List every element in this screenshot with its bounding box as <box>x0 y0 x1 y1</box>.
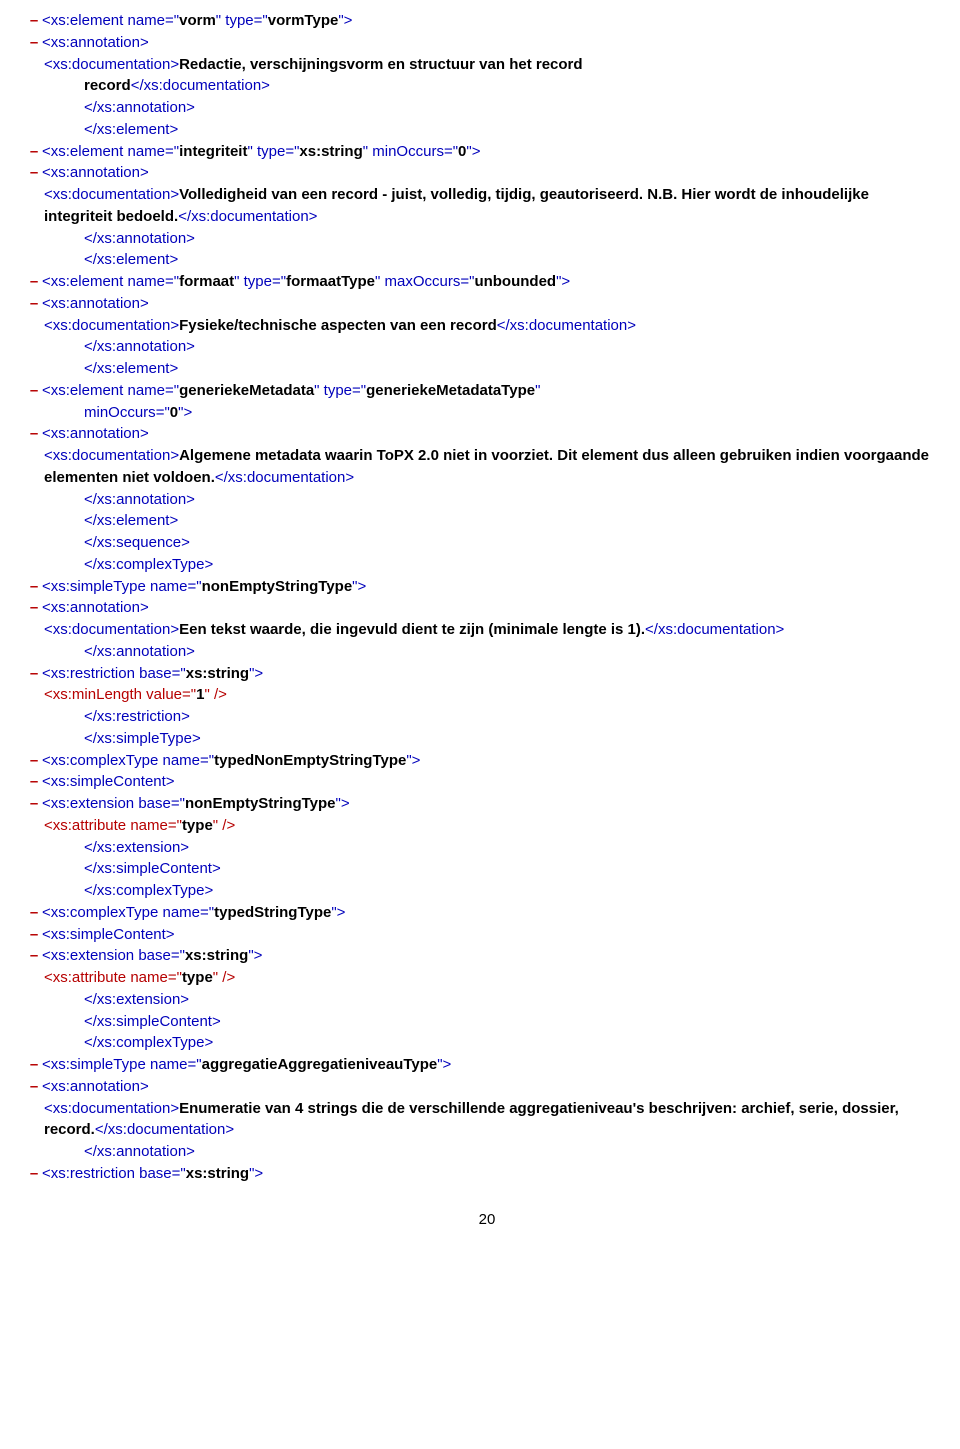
tag-self-close: <xs:attribute name=" <box>44 817 182 834</box>
tag-close: </xs:complexType> <box>84 556 213 573</box>
collapse-toggle[interactable]: – <box>26 1054 42 1076</box>
collapse-toggle[interactable]: – <box>26 32 42 54</box>
collapse-toggle[interactable]: – <box>26 750 42 772</box>
collapse-toggle[interactable]: – <box>26 793 42 815</box>
collapse-toggle[interactable]: – <box>26 271 42 293</box>
collapse-toggle[interactable]: – <box>26 10 42 32</box>
collapse-toggle[interactable]: – <box>26 771 42 793</box>
collapse-toggle[interactable]: – <box>26 576 42 598</box>
tag-self-close: <xs:attribute name=" <box>44 969 182 986</box>
collapse-toggle[interactable]: – <box>26 924 42 946</box>
tag-close: </xs:annotation> <box>84 99 195 116</box>
doc-text: Fysieke/technische aspecten van een reco… <box>179 317 497 334</box>
tag-close: </xs:element> <box>84 121 178 138</box>
collapse-toggle[interactable]: – <box>26 1163 42 1185</box>
page-number: 20 <box>44 1209 930 1231</box>
collapse-toggle[interactable]: – <box>26 1076 42 1098</box>
tag-open: <xs:element name=" <box>42 12 179 29</box>
attr-value: vorm <box>179 12 216 29</box>
collapse-toggle[interactable]: – <box>26 945 42 967</box>
collapse-toggle[interactable]: – <box>26 423 42 445</box>
tag-open: <xs:documentation> <box>44 56 179 73</box>
collapse-toggle[interactable]: – <box>26 663 42 685</box>
collapse-toggle[interactable]: – <box>26 162 42 184</box>
tag-close: </xs:documentation> <box>131 77 270 94</box>
collapse-toggle[interactable]: – <box>26 902 42 924</box>
tag-self-close: <xs:minLength value=" <box>44 686 196 703</box>
tag-close: </xs:simpleType> <box>84 730 201 747</box>
tag-close: </xs:sequence> <box>84 534 190 551</box>
collapse-toggle[interactable]: – <box>26 380 42 402</box>
collapse-toggle[interactable]: – <box>26 597 42 619</box>
tag: <xs:annotation> <box>42 34 149 51</box>
collapse-toggle[interactable]: – <box>26 141 42 163</box>
collapse-toggle[interactable]: – <box>26 293 42 315</box>
tag-close: </xs:restriction> <box>84 708 190 725</box>
doc-text: Een tekst waarde, die ingevuld dient te … <box>179 621 645 638</box>
doc-text: Redactie, verschijningsvorm en structuur… <box>179 56 582 73</box>
